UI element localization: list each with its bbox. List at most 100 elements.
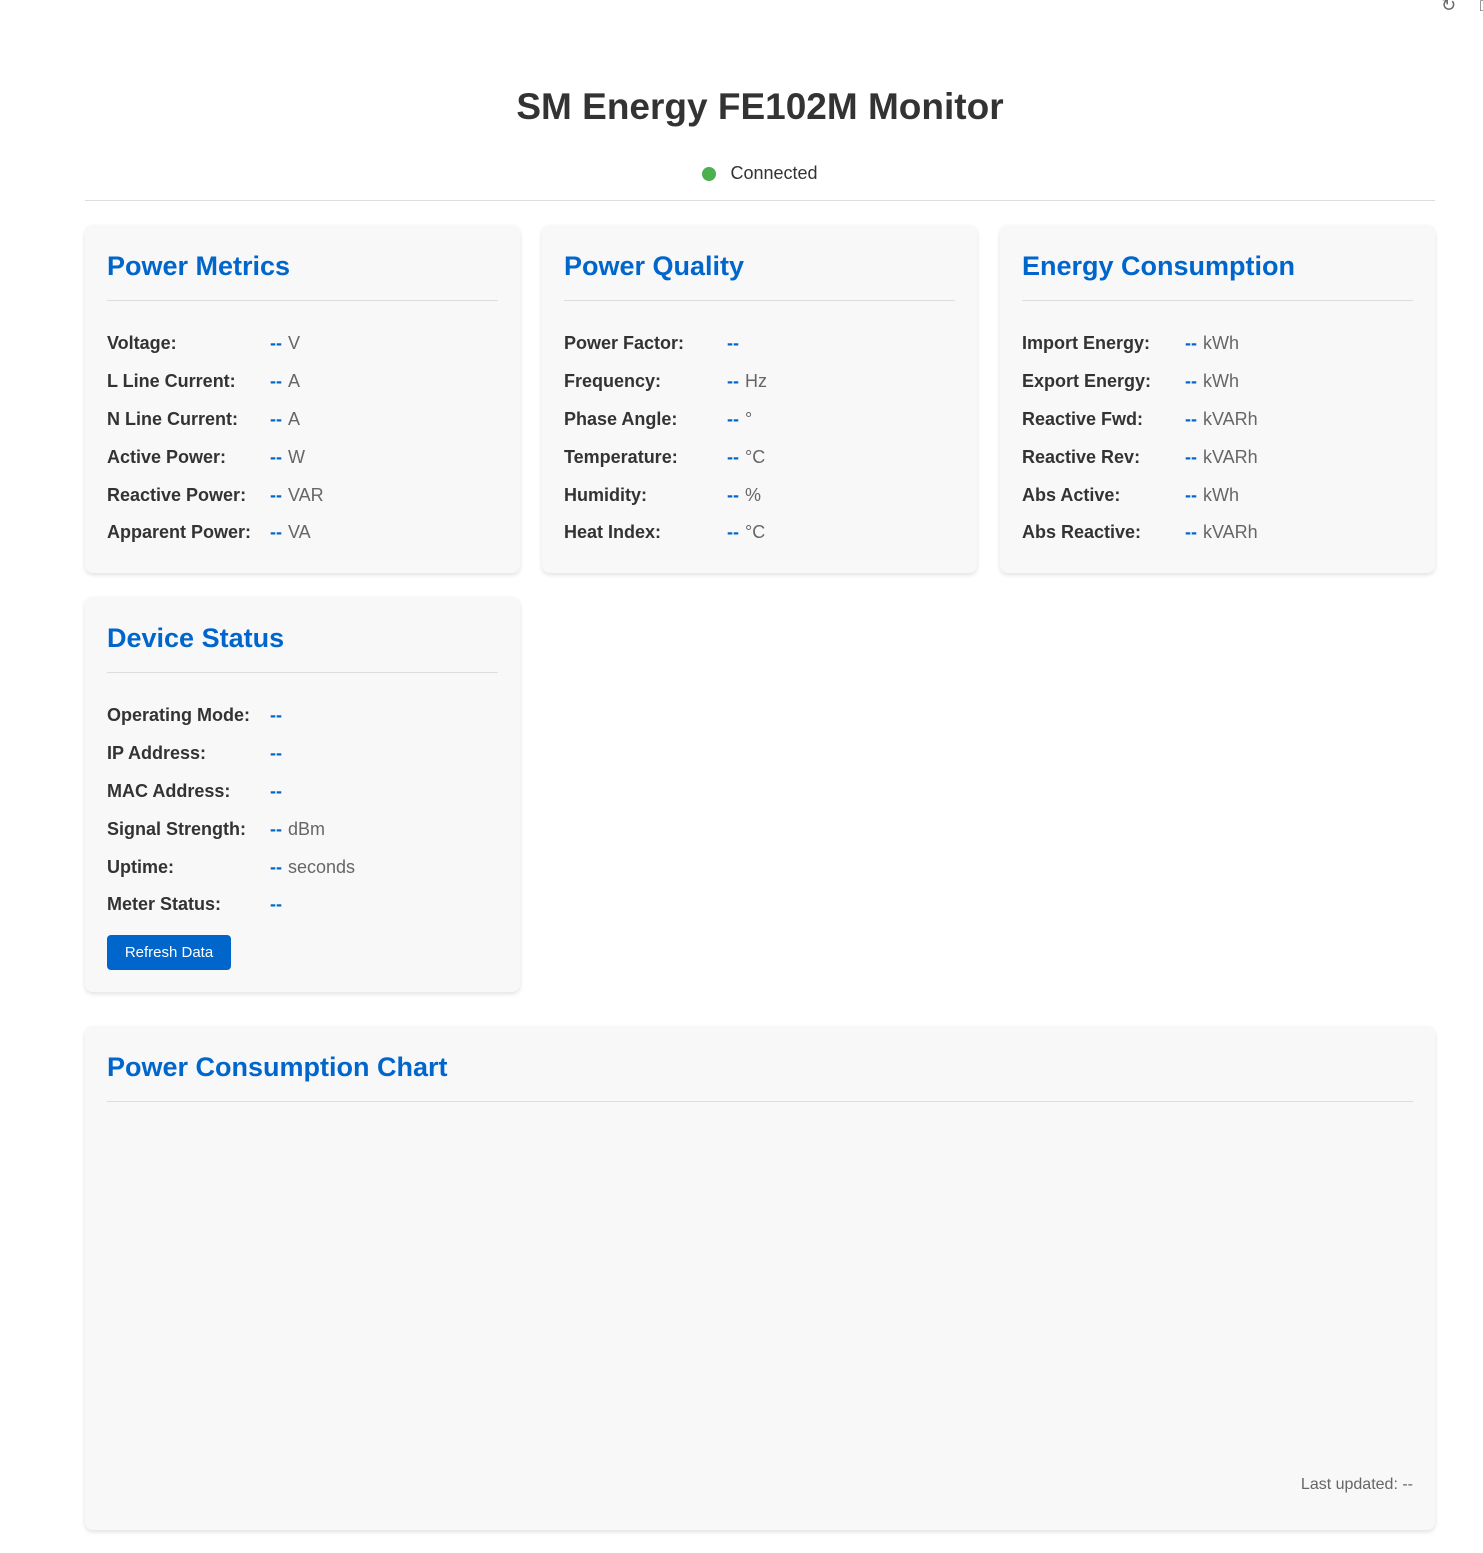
energy-value: -- [1185,446,1197,467]
refresh-icon[interactable]: ↻ [1441,0,1456,14]
quality-label: Humidity: [564,484,647,505]
page-title: SM Energy FE102M Monitor [516,86,1004,127]
quality-row-frequency: Frequency: -- Hz [564,363,955,401]
energy-label: Export Energy: [1022,371,1152,392]
quality-label: Temperature: [564,446,678,467]
quality-value: -- [727,371,739,392]
metric-label: N Line Current: [107,408,239,429]
status-row-uptime: Uptime: -- seconds [107,848,498,886]
energy-value: -- [1185,484,1197,505]
metric-unit: A [288,408,301,429]
status-value: -- [270,743,282,764]
quality-row-temperature: Temperature: -- °C [564,438,955,476]
refresh-data-button[interactable]: Refresh Data [107,935,231,970]
quality-unit: °C [745,446,766,467]
metric-value: -- [270,408,282,429]
status-value: -- [270,856,282,877]
status-row-operating-mode: Operating Mode: -- [107,697,498,735]
energy-consumption-title: Energy Consumption [1022,251,1413,301]
metric-row-l-line-current: L Line Current: -- A [107,363,498,401]
quality-label: Power Factor: [564,333,685,354]
status-value: -- [270,705,282,726]
energy-row-import-energy: Import Energy: -- kWh [1022,325,1413,363]
metric-label: L Line Current: [107,371,236,392]
status-dot-icon [702,166,717,181]
energy-label: Abs Reactive: [1022,522,1142,543]
status-label: Operating Mode: [107,705,250,726]
energy-value: -- [1185,333,1197,354]
metric-value: -- [270,522,282,543]
quality-unit: Hz [745,371,767,392]
quality-unit: % [745,484,762,505]
metric-value: -- [270,333,282,354]
metric-row-n-line-current: N Line Current: -- A [107,401,498,439]
metric-label: Apparent Power: [107,522,252,543]
status-label: Meter Status: [107,894,222,915]
energy-value: -- [1185,522,1197,543]
energy-label: Reactive Fwd: [1022,408,1144,429]
quality-value: -- [727,484,739,505]
energy-row-abs-active: Abs Active: -- kWh [1022,476,1413,514]
quality-label: Phase Angle: [564,408,678,429]
energy-row-reactive-rev: Reactive Rev: -- kVARh [1022,438,1413,476]
energy-consumption-list: Import Energy: -- kWh Export Energy: -- … [1022,325,1413,552]
status-label: Signal Strength: [107,818,246,839]
quality-value: -- [727,408,739,429]
status-label: Uptime: [107,856,174,877]
quality-unit: °C [745,522,766,543]
status-label: IP Address: [107,743,207,764]
energy-unit: kVARh [1203,408,1258,429]
quality-row-humidity: Humidity: -- % [564,476,955,514]
metric-unit: V [288,333,301,354]
metric-label: Active Power: [107,446,227,467]
energy-value: -- [1185,408,1197,429]
metric-value: -- [270,484,282,505]
metric-row-reactive-power: Reactive Power: -- VAR [107,476,498,514]
connection-status: Connected [85,163,1435,184]
connection-status-text: Connected [730,163,818,183]
power-metrics-title: Power Metrics [107,251,498,301]
power-metrics-card: Power Metrics Voltage: -- V L Line Curre… [85,225,520,573]
metric-value: -- [270,446,282,467]
status-value: -- [270,818,282,839]
metric-row-apparent-power: Apparent Power: -- VA [107,514,498,552]
status-row-mac-address: MAC Address: -- [107,773,498,811]
device-status-card: Device Status Operating Mode: -- IP Addr… [85,597,520,992]
energy-row-abs-reactive: Abs Reactive: -- kVARh [1022,514,1413,552]
quality-value: -- [727,522,739,543]
status-value: -- [270,894,282,915]
power-metrics-list: Voltage: -- V L Line Current: -- A N Lin… [107,325,498,552]
energy-unit: kWh [1203,484,1239,505]
energy-unit: kVARh [1203,446,1258,467]
quality-row-power-factor: Power Factor: -- [564,325,955,363]
metric-row-active-power: Active Power: -- W [107,438,498,476]
power-consumption-chart-card: Power Consumption Chart Last updated: -- [85,1026,1435,1530]
metric-value: -- [270,371,282,392]
metric-row-voltage: Voltage: -- V [107,325,498,363]
device-status-title: Device Status [107,623,498,673]
last-updated-text: Last updated: -- [1300,1476,1413,1493]
quality-value: -- [727,333,739,354]
browser-corner-icons: ↻ □ [1441,0,1483,14]
status-row-meter-status: Meter Status: -- [107,886,498,924]
chart-canvas[interactable] [107,1118,1413,1458]
energy-row-export-energy: Export Energy: -- kWh [1022,363,1413,401]
page-header: SM Energy FE102M Monitor Connected [85,0,1435,201]
energy-label: Reactive Rev: [1022,446,1141,467]
metric-unit: VA [288,522,311,543]
status-unit: seconds [288,856,356,877]
energy-unit: kVARh [1203,522,1258,543]
chart-title: Power Consumption Chart [107,1052,1413,1102]
energy-unit: kWh [1203,333,1239,354]
power-quality-title: Power Quality [564,251,955,301]
metric-unit: VAR [288,484,324,505]
power-quality-list: Power Factor: -- Frequency: -- Hz Phase … [564,325,955,552]
quality-row-phase-angle: Phase Angle: -- ° [564,401,955,439]
energy-label: Abs Active: [1022,484,1121,505]
metric-unit: A [288,371,301,392]
quality-row-heat-index: Heat Index: -- °C [564,514,955,552]
power-quality-card: Power Quality Power Factor: -- Frequency… [542,225,977,573]
energy-row-reactive-fwd: Reactive Fwd: -- kVARh [1022,401,1413,439]
energy-consumption-card: Energy Consumption Import Energy: -- kWh… [1000,225,1435,573]
status-label: MAC Address: [107,780,231,801]
